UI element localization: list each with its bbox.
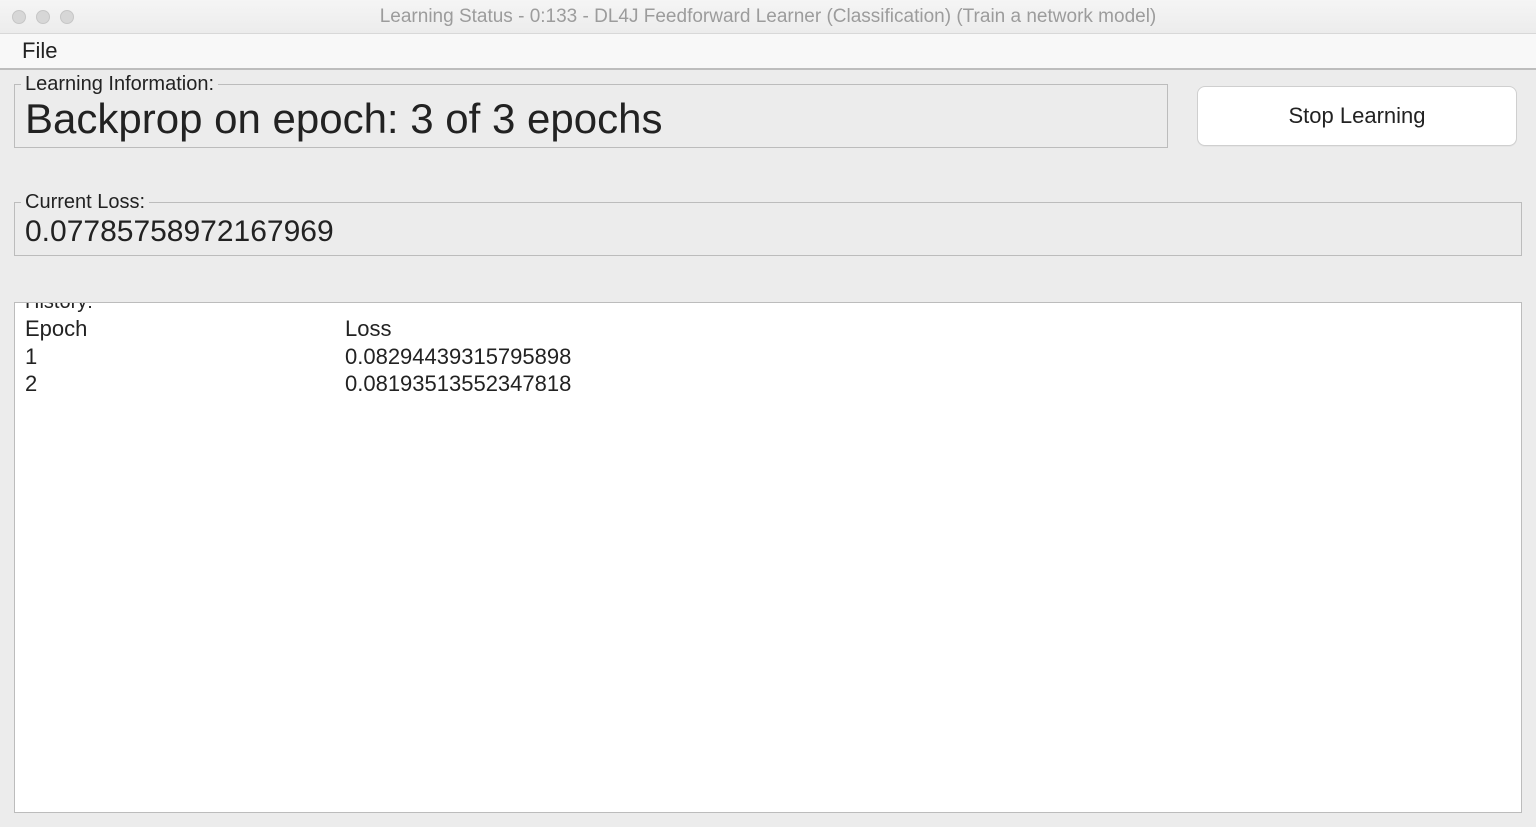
- minimize-window-icon[interactable]: [36, 10, 50, 24]
- current-loss-legend: Current Loss:: [21, 191, 149, 214]
- history-row: 1 0.08294439315795898: [25, 343, 1513, 371]
- top-row: Learning Information: Backprop on epoch:…: [14, 84, 1522, 148]
- menu-file[interactable]: File: [16, 34, 63, 68]
- history-header-epoch: Epoch: [25, 315, 345, 343]
- history-group: History: Epoch Loss 1 0.0829443931579589…: [14, 302, 1522, 813]
- history-legend: History:: [21, 302, 97, 314]
- zoom-window-icon[interactable]: [60, 10, 74, 24]
- menu-bar: File: [0, 34, 1536, 70]
- stop-button-column: Stop Learning: [1192, 84, 1522, 148]
- history-header-row: Epoch Loss: [25, 315, 1513, 343]
- history-cell-epoch: 2: [25, 370, 345, 398]
- history-table: Epoch Loss 1 0.08294439315795898 2 0.081…: [23, 315, 1513, 398]
- learning-information-value: Backprop on epoch: 3 of 3 epochs: [23, 97, 1159, 141]
- history-header-loss: Loss: [345, 315, 1513, 343]
- current-loss-value: 0.07785758972167969: [23, 215, 1513, 249]
- title-bar: Learning Status - 0:133 - DL4J Feedforwa…: [0, 0, 1536, 34]
- history-cell-loss: 0.08193513552347818: [345, 370, 1513, 398]
- window-title: Learning Status - 0:133 - DL4J Feedforwa…: [0, 6, 1536, 28]
- history-cell-loss: 0.08294439315795898: [345, 343, 1513, 371]
- close-window-icon[interactable]: [12, 10, 26, 24]
- learning-information-legend: Learning Information:: [21, 73, 218, 96]
- history-cell-epoch: 1: [25, 343, 345, 371]
- stop-learning-button[interactable]: Stop Learning: [1197, 86, 1517, 146]
- current-loss-group: Current Loss: 0.07785758972167969: [14, 202, 1522, 256]
- content-area: Learning Information: Backprop on epoch:…: [0, 70, 1536, 827]
- history-row: 2 0.08193513552347818: [25, 370, 1513, 398]
- learning-information-group: Learning Information: Backprop on epoch:…: [14, 84, 1168, 148]
- stop-learning-label: Stop Learning: [1289, 103, 1426, 129]
- window-controls: [12, 10, 74, 24]
